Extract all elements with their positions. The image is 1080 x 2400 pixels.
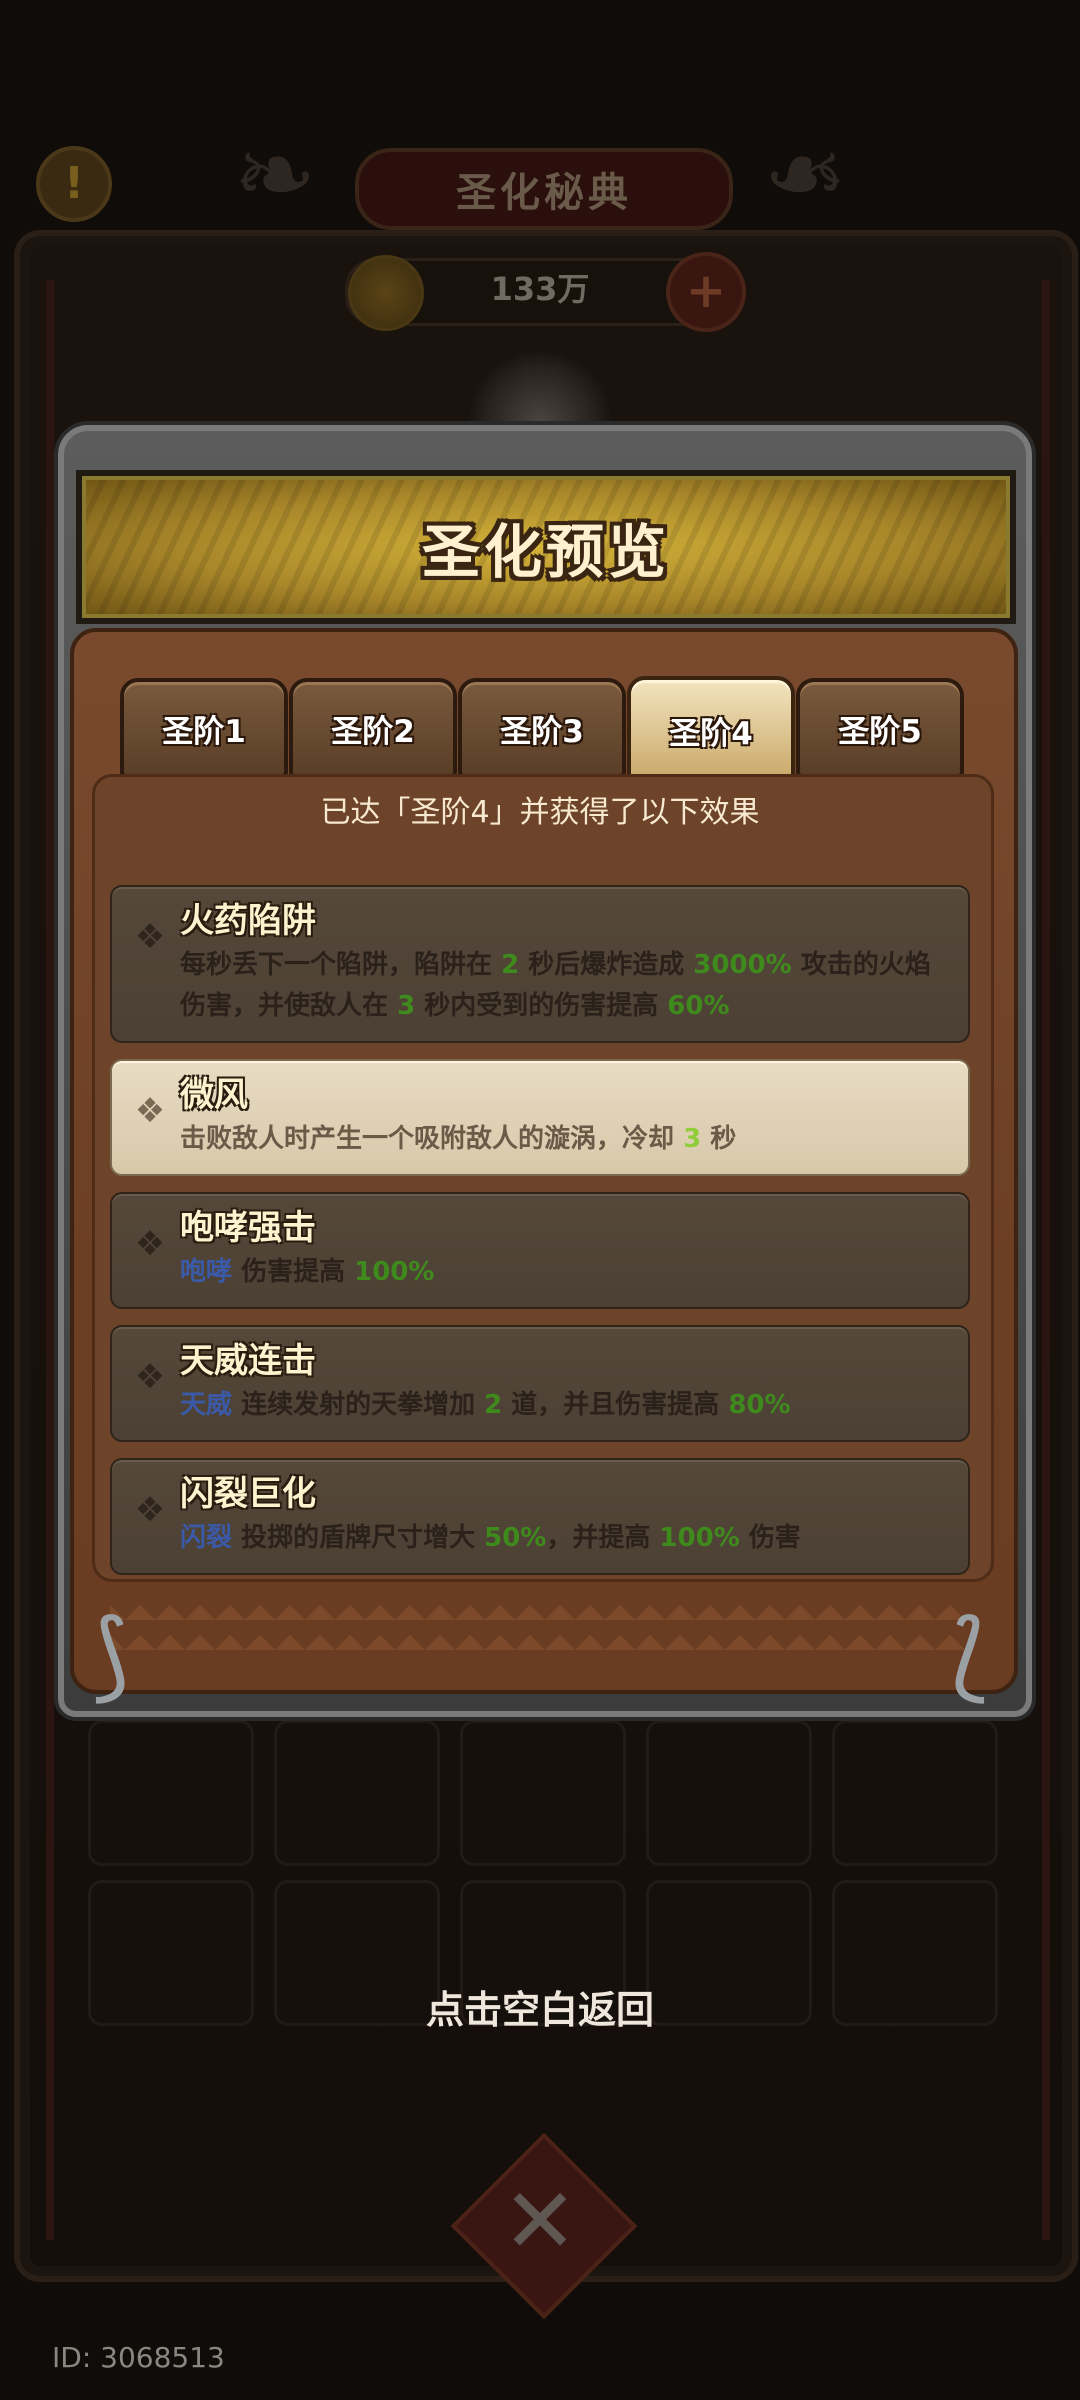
effect-title: 火药陷阱: [180, 901, 316, 941]
effect-description-part: ，并提高: [546, 1523, 660, 1553]
effects-header: 已达「圣阶4」并获得了以下效果: [320, 795, 760, 830]
effect-description-part: 3: [683, 1124, 702, 1154]
effect-description-part: 秒后爆炸造成: [519, 950, 694, 980]
effect-title: 天威连击: [180, 1341, 316, 1381]
close-x-icon[interactable]: ✕: [478, 2160, 602, 2284]
effect-description-part: 连续发射的天拳增加: [232, 1390, 485, 1420]
effect-description: 击败敌人时产生一个吸附敌人的漩涡，冷却 3 秒: [180, 1119, 938, 1160]
diamond-icon: ❖: [134, 1091, 166, 1131]
diamond-icon: ❖: [134, 917, 166, 957]
effect-title: 闪裂巨化: [180, 1474, 316, 1514]
effect-description-part: 秒: [701, 1124, 737, 1154]
background-title: 圣化秘典: [456, 170, 632, 216]
effect-description-part: 咆哮: [180, 1257, 233, 1287]
effect-item[interactable]: ❖ 微风 击败敌人时产生一个吸附敌人的漩涡，冷却 3 秒: [110, 1059, 970, 1176]
plus-icon[interactable]: +: [666, 252, 746, 332]
panel-pattern: [110, 1590, 970, 1650]
effect-title: 咆哮强击: [180, 1208, 316, 1248]
effect-description-part: 投掷的盾牌尺寸增大: [232, 1523, 485, 1553]
effect-description-part: 2: [501, 950, 520, 980]
left-wing-icon: ❧: [233, 116, 317, 233]
diamond-icon: ❖: [134, 1490, 166, 1530]
background-grid: [88, 1720, 998, 2026]
effect-description: 咆哮 伤害提高 100%: [180, 1252, 938, 1293]
effect-item[interactable]: ❖ 天威连击 天威 连续发射的天拳增加 2 道，并且伤害提高 80%: [110, 1325, 970, 1442]
effect-description-part: 100%: [354, 1257, 435, 1287]
tab-stage-5[interactable]: 圣阶5: [796, 678, 964, 778]
tab-stage-3[interactable]: 圣阶3: [458, 678, 626, 778]
effect-description-part: 2: [484, 1390, 503, 1420]
effect-description: 闪裂 投掷的盾牌尺寸增大 50%，并提高 100% 伤害: [180, 1518, 938, 1559]
right-wing-icon: ❧: [763, 116, 847, 233]
effect-description-part: 每秒丢下一个陷阱，陷阱在: [180, 950, 502, 980]
effect-item[interactable]: ❖ 闪裂巨化 闪裂 投掷的盾牌尺寸增大 50%，并提高 100% 伤害: [110, 1458, 970, 1575]
effect-description: 每秒丢下一个陷阱，陷阱在 2 秒后爆炸造成 3000% 攻击的火焰伤害，并使敌人…: [180, 945, 938, 1027]
left-corner-ornament: ⟆: [92, 1599, 130, 1711]
currency-amount: 133万: [490, 270, 590, 308]
effect-description-part: 天威: [180, 1390, 233, 1420]
exclamation-icon[interactable]: !: [36, 146, 112, 222]
effect-description-part: 伤害提高: [232, 1257, 355, 1287]
effect-description-part: 60%: [667, 991, 730, 1021]
modal-title: 圣化预览: [421, 518, 670, 586]
effect-description-part: 3000%: [693, 950, 792, 980]
effect-title: 微风: [180, 1075, 248, 1115]
effect-description-part: 闪裂: [180, 1523, 233, 1553]
diamond-icon: ❖: [134, 1224, 166, 1264]
diamond-icon: ❖: [134, 1357, 166, 1397]
right-corner-ornament: ⟆: [950, 1599, 988, 1711]
effect-description-part: 击败敌人时产生一个吸附敌人的漩涡，冷却: [180, 1124, 684, 1154]
effect-description-part: 50%: [484, 1523, 547, 1553]
coin-icon: [348, 255, 424, 331]
tab-stage-2[interactable]: 圣阶2: [289, 678, 457, 778]
tap-to-return-hint[interactable]: 点击空白返回: [0, 1980, 1080, 2040]
effect-item[interactable]: ❖ 咆哮强击 咆哮 伤害提高 100%: [110, 1192, 970, 1309]
tab-stage-4[interactable]: 圣阶4: [627, 676, 795, 784]
effect-description-part: 道，并且伤害提高: [502, 1390, 729, 1420]
effect-description-part: 伤害: [739, 1523, 801, 1553]
effect-item[interactable]: ❖ 火药陷阱 每秒丢下一个陷阱，陷阱在 2 秒后爆炸造成 3000% 攻击的火焰伤害…: [110, 885, 970, 1043]
player-id: ID: 3068513: [52, 2341, 225, 2374]
effects-list[interactable]: ❖ 火药陷阱 每秒丢下一个陷阱，陷阱在 2 秒后爆炸造成 3000% 攻击的火焰伤害…: [110, 885, 970, 1576]
tab-stage-1[interactable]: 圣阶1: [120, 678, 288, 778]
effect-description: 天威 连续发射的天拳增加 2 道，并且伤害提高 80%: [180, 1385, 938, 1426]
effect-description-part: 80%: [728, 1390, 791, 1420]
effect-description-part: 100%: [659, 1523, 740, 1553]
effect-description-part: 3: [397, 991, 416, 1021]
effect-description-part: 秒内受到的伤害提高: [415, 991, 668, 1021]
